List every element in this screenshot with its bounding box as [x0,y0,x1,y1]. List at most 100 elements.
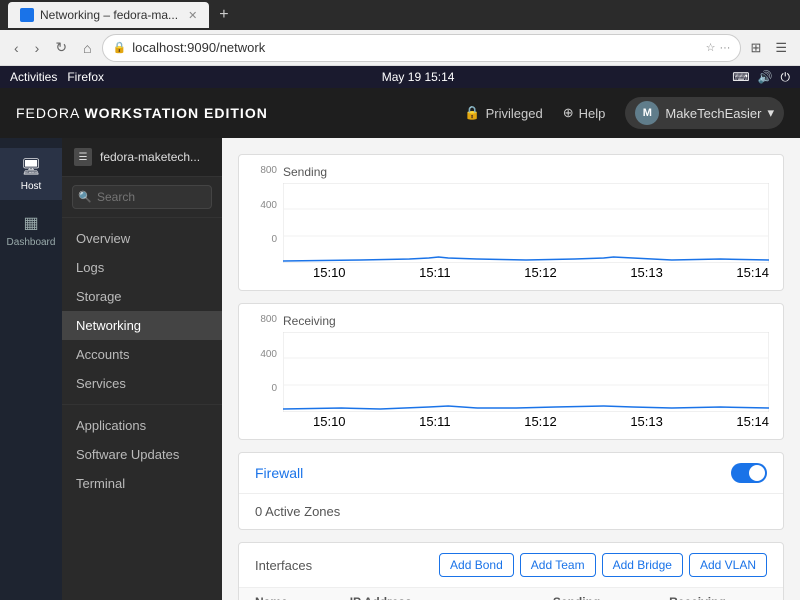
sending-x-1511: 15:11 [419,265,451,280]
extensions-icon[interactable]: ⊞ [745,37,766,59]
search-icon: 🔍 [78,191,92,204]
sending-x-axis: 15:10 15:11 15:12 15:13 15:14 [283,265,769,280]
sending-x-1514: 15:14 [736,265,769,280]
sidebar-item-software-updates[interactable]: Software Updates [62,440,222,469]
tab-favicon [20,8,34,22]
host-name-label: fedora-maketech... [100,150,200,164]
col-receiving: Receiving [653,588,783,600]
col-sending: Sending [537,588,653,600]
firewall-toggle[interactable] [731,463,767,483]
sending-chart-svg [283,183,769,263]
chevron-down-icon: ▾ [767,105,774,121]
privileged-button[interactable]: 🔒 Privileged [464,105,542,121]
receiving-y-axis: 800 400 0 [253,314,281,394]
user-label: MakeTechEasier [665,106,761,121]
add-bond-button[interactable]: Add Bond [439,553,514,577]
sending-chart-label: Sending [283,165,769,179]
sending-y-0: 0 [271,234,277,245]
sidebar-search-area: 🔍 [62,177,222,218]
new-tab-button[interactable]: + [219,6,228,24]
help-button[interactable]: ⊕ Help [563,105,606,121]
search-input[interactable] [72,185,212,209]
sidebar-item-networking[interactable]: Networking [62,311,222,340]
active-zones-label: 0 Active Zones [255,504,340,519]
sidebar-item-terminal[interactable]: Terminal [62,469,222,498]
browser-titlebar: Networking – fedora-ma... ✕ + [0,0,800,30]
col-name: Name [239,588,334,600]
forward-button[interactable]: › [29,36,46,60]
system-bar-datetime: May 19 15:14 [104,70,732,84]
logo-light: FEDORA [16,105,84,121]
table-header-row: Name IP Address Sending Receiving [239,588,783,600]
tab-close-button[interactable]: ✕ [188,9,197,22]
address-bar[interactable]: 🔒 ☆ ··· [102,34,742,62]
menu-icon[interactable]: ☰ [770,37,792,59]
help-label: Help [579,106,606,121]
sidebar-item-dashboard[interactable]: ▦ Dashboard [0,204,62,256]
receiving-x-1511: 15:11 [419,414,451,429]
sidebar-item-applications[interactable]: Applications [62,411,222,440]
firewall-title[interactable]: Firewall [255,465,303,481]
sidebar-host-label: Host [21,181,42,192]
sidebar-item-overview[interactable]: Overview [62,224,222,253]
titlebar-left: Networking – fedora-ma... ✕ + [8,2,229,28]
interfaces-table: Name IP Address Sending Receiving enplo … [239,588,783,600]
sidebar-dashboard-label: Dashboard [7,237,56,248]
toolbar-right: ⊞ ☰ [745,37,792,59]
toggle-knob [749,465,765,481]
activities-button[interactable]: Activities [10,70,57,84]
dashboard-icon: ▦ [20,212,42,234]
browser-toolbar: ‹ › ↻ ⌂ 🔒 ☆ ··· ⊞ ☰ [0,30,800,66]
add-vlan-button[interactable]: Add VLAN [689,553,767,577]
menu-divider [62,404,222,405]
help-icon: ⊕ [563,105,574,121]
receiving-chart-card: 800 400 0 Receiving 1 [238,303,784,440]
main-content: 800 400 0 Sending [222,138,800,600]
add-team-button[interactable]: Add Team [520,553,596,577]
receiving-chart-label: Receiving [283,314,769,328]
address-bar-right: ☆ ··· [706,41,731,54]
app-header: FEDORA WORKSTATION EDITION 🔒 Privileged … [0,88,800,138]
receiving-chart-area [283,332,769,412]
app-body: 🖥 Host ▦ Dashboard ☰ fedora-maketech... … [0,138,800,600]
sidebar-item-services[interactable]: Services [62,369,222,398]
receiving-y-800: 800 [260,314,277,325]
sidebar-item-storage[interactable]: Storage [62,282,222,311]
interfaces-card: Interfaces Add Bond Add Team Add Bridge … [238,542,784,600]
receiving-x-1513: 15:13 [630,414,663,429]
sending-x-1512: 15:12 [524,265,557,280]
sidebar-nav: ☰ fedora-maketech... 🔍 Overview Logs Sto… [62,138,222,600]
app-logo: FEDORA WORKSTATION EDITION [16,105,268,121]
sidebar-menu: Overview Logs Storage Networking Account… [62,218,222,600]
receiving-x-1514: 15:14 [736,414,769,429]
system-bar: Activities Firefox May 19 15:14 ⌨ 🔊 ⏻ [0,66,800,88]
host-square-icon: ☰ [74,148,92,166]
logo-bold: WORKSTATION EDITION [84,105,267,121]
sidebar-item-host[interactable]: 🖥 Host [0,148,62,200]
sidebar-item-accounts[interactable]: Accounts [62,340,222,369]
sending-chart-main: Sending 15:10 15:11 15:12 [283,165,769,280]
back-button[interactable]: ‹ [8,36,25,60]
add-bridge-button[interactable]: Add Bridge [602,553,683,577]
sidebar-host-bar: ☰ fedora-maketech... [62,138,222,177]
sending-y-800: 800 [260,165,277,176]
url-input[interactable] [132,40,699,55]
reload-button[interactable]: ↻ [49,35,73,60]
sending-chart-area [283,183,769,263]
interfaces-buttons: Add Bond Add Team Add Bridge Add VLAN [439,553,767,577]
app-header-right: 🔒 Privileged ⊕ Help M MakeTechEasier ▾ [464,97,784,129]
browser-tab[interactable]: Networking – fedora-ma... ✕ [8,2,209,28]
firefox-button[interactable]: Firefox [67,70,104,84]
receiving-y-400: 400 [260,349,277,360]
firewall-body: 0 Active Zones [239,494,783,529]
receiving-chart-svg [283,332,769,412]
user-menu-button[interactable]: M MakeTechEasier ▾ [625,97,784,129]
receiving-chart-wrapper: 800 400 0 Receiving 1 [253,314,769,429]
system-bar-left: Activities Firefox [10,70,104,84]
sidebar-item-logs[interactable]: Logs [62,253,222,282]
home-button[interactable]: ⌂ [77,36,97,60]
interfaces-title: Interfaces [255,558,312,573]
interfaces-header: Interfaces Add Bond Add Team Add Bridge … [239,543,783,588]
firewall-header: Firewall [239,453,783,494]
sending-x-1510: 15:10 [313,265,346,280]
